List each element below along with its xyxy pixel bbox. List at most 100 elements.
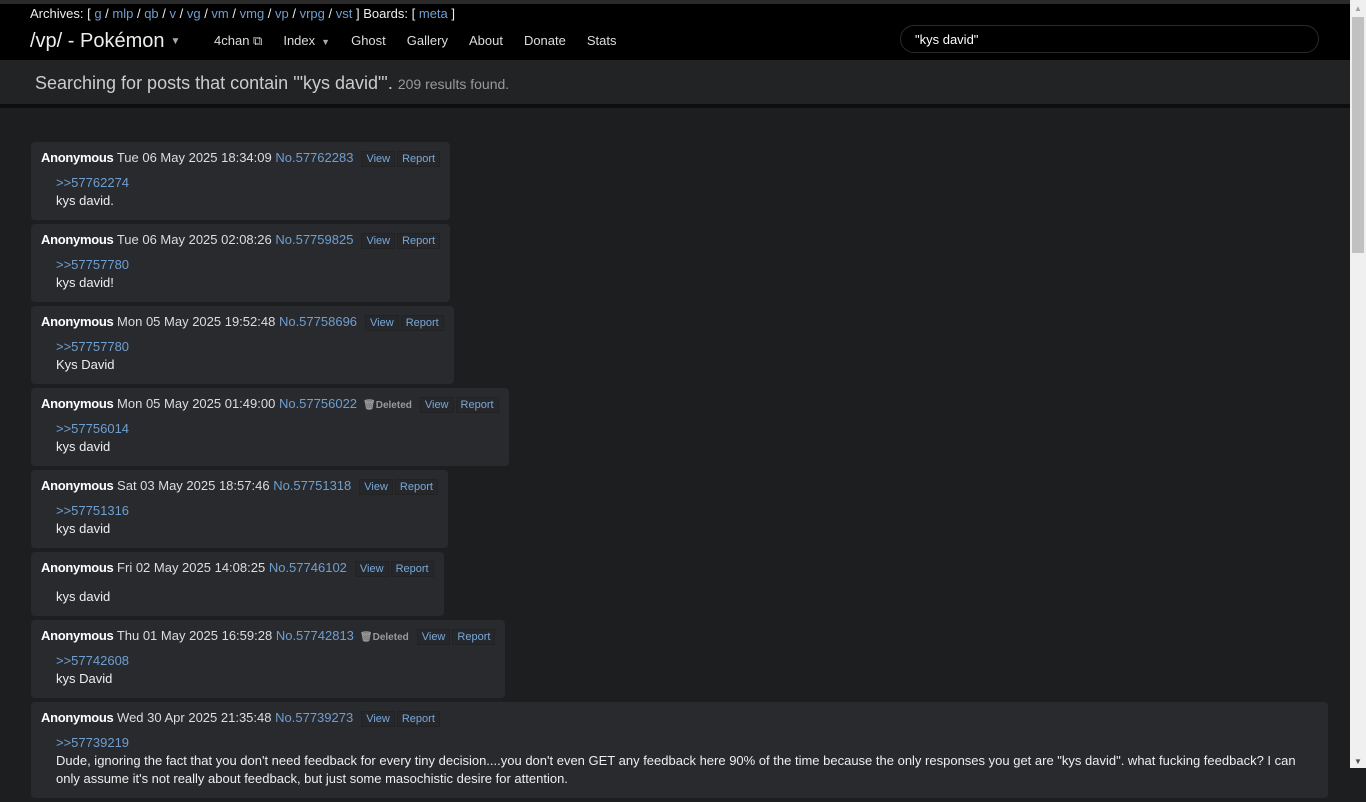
trash-icon: 🗑 — [363, 400, 376, 411]
post-author: Anonymous — [41, 314, 114, 329]
post-text: Kys David — [56, 357, 115, 372]
nav-donate[interactable]: Donate — [524, 33, 566, 49]
report-button[interactable]: Report — [455, 397, 499, 413]
post: Anonymous Fri 02 May 2025 14:08:25 No.57… — [31, 552, 444, 616]
search-input[interactable] — [900, 25, 1319, 53]
deleted-label: Deleted — [375, 400, 412, 411]
board-title-dropdown[interactable]: /vp/ - Pokémon ▼ — [30, 30, 180, 53]
trash-icon: 🗑 — [359, 632, 373, 643]
view-button[interactable]: View — [361, 711, 395, 727]
deleted-badge: 🗑Deleted — [360, 632, 409, 643]
board-title: /vp/ - Pokémon — [30, 30, 165, 52]
view-button[interactable]: View — [416, 629, 451, 645]
post-number-link[interactable]: No.57746102 — [269, 560, 347, 575]
post-number-link[interactable]: No.57758696 — [279, 314, 357, 329]
deleted-badge: 🗑Deleted — [363, 400, 412, 411]
nav-ghost[interactable]: Ghost — [351, 33, 386, 49]
caret-down-icon: ▼ — [321, 37, 331, 47]
archives-label: Archives: — [30, 6, 84, 21]
report-button[interactable]: Report — [390, 561, 434, 577]
report-button[interactable]: Report — [452, 629, 496, 645]
post: Anonymous Thu 01 May 2025 16:59:28 No.57… — [31, 620, 506, 698]
nav-4chan[interactable]: 4chan ⧉ — [214, 33, 262, 49]
post: Anonymous Sat 03 May 2025 18:57:46 No.57… — [31, 470, 448, 548]
report-button[interactable]: Report — [396, 711, 440, 727]
quote-link[interactable]: >>57757780 — [56, 339, 129, 354]
post-author: Anonymous — [41, 478, 114, 493]
view-button[interactable]: View — [361, 151, 396, 167]
post-date: Thu 01 May 2025 16:59:28 — [116, 628, 273, 643]
report-button[interactable]: Report — [394, 479, 438, 495]
results-count: 209 results found. — [397, 76, 510, 92]
report-button[interactable]: Report — [397, 151, 441, 167]
post-date: Tue 06 May 2025 18:34:09 — [116, 150, 272, 165]
archive-link-vst[interactable]: vst — [336, 6, 353, 21]
quote-link[interactable]: >>57739219 — [56, 735, 129, 750]
post: Anonymous Wed 30 Apr 2025 21:35:48 No.57… — [31, 702, 1328, 798]
archive-link-vp[interactable]: vp — [275, 6, 289, 21]
report-button[interactable]: Report — [400, 315, 444, 331]
quote-link[interactable]: >>57742608 — [56, 653, 129, 668]
scroll-up-icon[interactable]: ▲ — [1354, 4, 1362, 13]
post-text: kys david — [56, 521, 111, 536]
post-text: kys david. — [56, 193, 114, 208]
nav: 4chan ⧉ Index ▼ Ghost Gallery About Donat… — [214, 33, 637, 49]
archive-link-v[interactable]: v — [170, 6, 177, 21]
post-number-link[interactable]: No.57756022 — [279, 396, 357, 411]
board-link-meta[interactable]: meta — [419, 6, 448, 21]
post-text: kys david — [56, 589, 111, 604]
archive-link-vm[interactable]: vm — [211, 6, 228, 21]
view-button[interactable]: View — [359, 479, 393, 495]
view-button[interactable]: View — [419, 397, 454, 413]
post: Anonymous Tue 06 May 2025 02:08:26 No.57… — [31, 224, 451, 302]
archives-bar: Archives: [ g / mlp / qb / v / vg / vm /… — [30, 6, 455, 21]
post-number-link[interactable]: No.57759825 — [275, 232, 353, 247]
archive-link-vrpg[interactable]: vrpg — [300, 6, 325, 21]
post-author: Anonymous — [41, 396, 114, 411]
quote-link[interactable]: >>57756014 — [56, 421, 129, 436]
boards-label: Boards: — [363, 6, 409, 21]
archive-link-vmg[interactable]: vmg — [240, 6, 265, 21]
post-number-link[interactable]: No.57751318 — [273, 478, 351, 493]
view-button[interactable]: View — [361, 233, 396, 249]
post-date: Sat 03 May 2025 18:57:46 — [117, 478, 270, 493]
archive-link-mlp[interactable]: mlp — [112, 6, 133, 21]
scrollbar-thumb[interactable] — [1352, 17, 1364, 253]
divider — [0, 104, 1350, 108]
nav-about[interactable]: About — [469, 33, 503, 49]
post: Anonymous Mon 05 May 2025 19:52:48 No.57… — [31, 306, 454, 384]
search-results-header: Searching for posts that contain '"kys d… — [0, 60, 1350, 104]
scroll-down-icon[interactable]: ▼ — [1354, 757, 1362, 766]
nav-index[interactable]: Index ▼ — [283, 33, 330, 49]
quote-link[interactable]: >>57751316 — [56, 503, 129, 518]
post: Anonymous Tue 06 May 2025 18:34:09 No.57… — [31, 142, 451, 220]
view-button[interactable]: View — [354, 561, 389, 577]
post-date: Mon 05 May 2025 01:49:00 — [117, 396, 276, 411]
archive-link-g[interactable]: g — [94, 6, 101, 21]
archive-link-qb[interactable]: qb — [144, 6, 158, 21]
report-button[interactable]: Report — [397, 233, 441, 249]
post-date: Mon 05 May 2025 19:52:48 — [117, 314, 276, 329]
post-list: Anonymous Tue 06 May 2025 18:34:09 No.57… — [31, 142, 1331, 802]
post-number-link[interactable]: No.57739273 — [275, 710, 353, 725]
archive-link-vg[interactable]: vg — [187, 6, 201, 21]
post-author: Anonymous — [41, 150, 114, 165]
post-number-link[interactable]: No.57742813 — [276, 628, 354, 643]
nav-stats[interactable]: Stats — [587, 33, 617, 49]
post-text: kys david — [56, 439, 111, 454]
post-number-link[interactable]: No.57762283 — [275, 150, 353, 165]
scrollbar[interactable]: ▲ ▼ — [1350, 0, 1366, 768]
nav-4chan-label: 4chan — [214, 33, 250, 48]
post: Anonymous Mon 05 May 2025 01:49:00 No.57… — [31, 388, 509, 466]
post-date: Fri 02 May 2025 14:08:25 — [117, 560, 266, 575]
nav-gallery[interactable]: Gallery — [407, 33, 448, 49]
quote-link[interactable]: >>57762274 — [56, 175, 129, 190]
post-date: Tue 06 May 2025 02:08:26 — [116, 232, 272, 247]
external-link-icon: ⧉ — [253, 33, 263, 48]
post-author: Anonymous — [41, 560, 114, 575]
view-button[interactable]: View — [365, 315, 399, 331]
post-text: Dude, ignoring the fact that you don't n… — [56, 753, 1296, 786]
post-author: Anonymous — [41, 232, 114, 247]
quote-link[interactable]: >>57757780 — [56, 257, 129, 272]
header: Archives: [ g / mlp / qb / v / vg / vm /… — [0, 4, 1350, 60]
